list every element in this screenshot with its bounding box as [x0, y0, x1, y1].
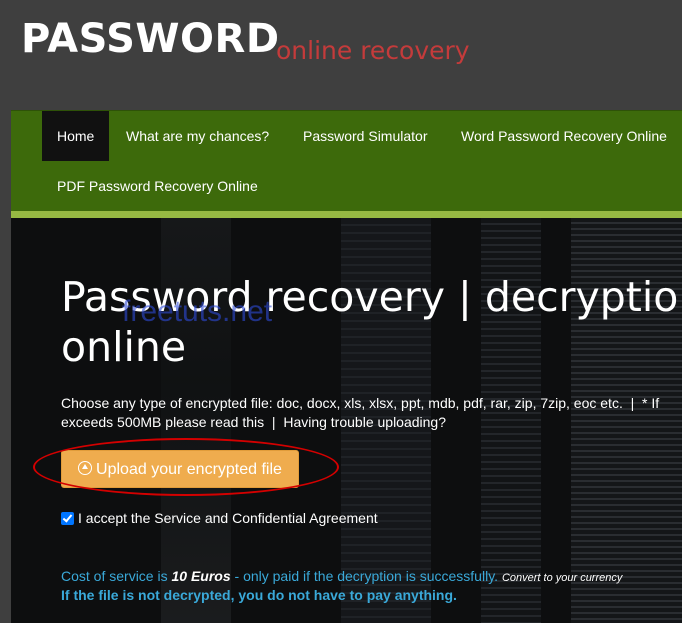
logo-title: PASSWORD: [21, 16, 280, 62]
file-types-text: Choose any type of encrypted file: doc, …: [61, 395, 623, 411]
nav-item-pdf-recovery[interactable]: PDF Password Recovery Online: [57, 161, 258, 211]
size-note-text: * If: [642, 395, 660, 411]
logo-subtitle: online recovery: [276, 36, 470, 65]
accept-agreement-row: I accept the Service and Confidential Ag…: [61, 510, 378, 526]
convert-currency-link[interactable]: Convert to your currency: [502, 572, 622, 584]
page-title-line2: online: [61, 323, 187, 371]
nav-accent-bar: [11, 211, 682, 218]
annotation-ellipse: [33, 438, 339, 496]
read-this-link[interactable]: exceeds 500MB please read this: [61, 414, 264, 430]
nav-item-simulator[interactable]: Password Simulator: [303, 111, 428, 161]
accept-label[interactable]: I accept the Service and Confidential Ag…: [78, 510, 378, 526]
watermark-text: freetuts.net: [122, 295, 273, 328]
guarantee-text: If the file is not decrypted, you do not…: [61, 587, 457, 603]
cost-info: Cost of service is 10 Euros - only paid …: [61, 568, 622, 584]
nav-item-word-recovery[interactable]: Word Password Recovery Online: [461, 111, 667, 161]
accept-checkbox[interactable]: [61, 512, 74, 525]
separator: |: [271, 414, 276, 430]
trouble-uploading-link[interactable]: Having trouble uploading?: [283, 414, 446, 430]
main-navigation: Home What are my chances? Password Simul…: [11, 110, 682, 212]
separator: |: [630, 395, 635, 411]
cost-prefix: Cost of service is: [61, 568, 168, 584]
nav-item-home[interactable]: Home: [42, 111, 110, 161]
nav-item-chances[interactable]: What are my chances?: [126, 111, 269, 161]
upload-instructions: Choose any type of encrypted file: doc, …: [61, 394, 682, 432]
cost-suffix: - only paid if the decryption is success…: [234, 568, 499, 584]
cost-amount: 10 Euros: [171, 568, 231, 584]
